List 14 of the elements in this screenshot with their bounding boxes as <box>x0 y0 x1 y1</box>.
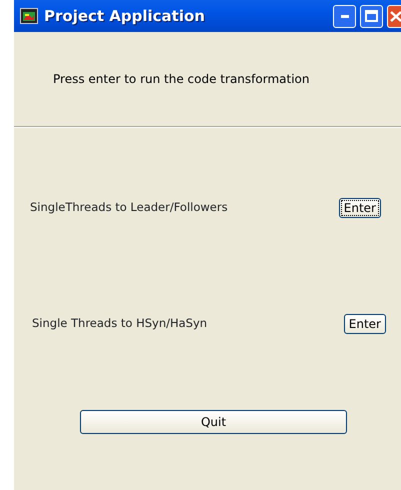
enter-button[interactable]: Enter <box>344 314 386 334</box>
instruction-text: Press enter to run the code transformation <box>53 72 310 86</box>
enter-button[interactable]: Enter <box>338 198 381 218</box>
window-title: Project Application <box>44 6 205 27</box>
minimize-button[interactable] <box>333 4 356 28</box>
close-icon <box>388 10 400 22</box>
minimize-icon <box>340 14 348 18</box>
option-label: SingleThreads to Leader/Followers <box>30 199 228 216</box>
close-button[interactable] <box>387 4 401 28</box>
quit-button[interactable]: Quit <box>80 410 347 434</box>
app-icon <box>20 8 38 24</box>
maximize-icon <box>365 10 378 22</box>
option-label: Single Threads to HSyn/HaSyn <box>32 315 208 332</box>
maximize-button[interactable] <box>360 4 383 28</box>
